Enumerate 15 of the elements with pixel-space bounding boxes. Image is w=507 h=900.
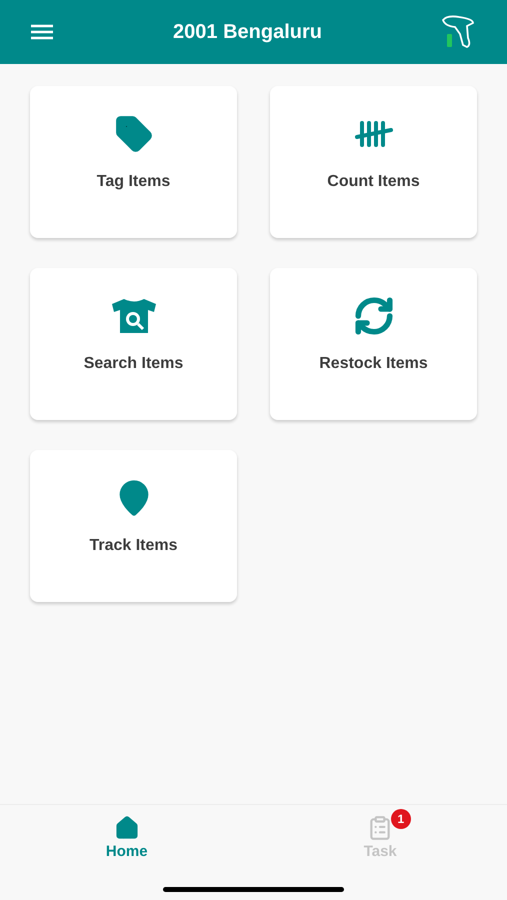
tag-icon bbox=[114, 114, 154, 154]
feature-tile[interactable]: Count Items bbox=[270, 86, 477, 238]
feature-tile[interactable]: Track Items bbox=[30, 450, 237, 602]
tally-icon bbox=[354, 120, 394, 148]
feature-tile[interactable]: Tag Items bbox=[30, 86, 237, 238]
feature-tile[interactable]: Restock Items bbox=[270, 268, 477, 420]
menu-icon[interactable] bbox=[30, 24, 54, 40]
sync-icon bbox=[352, 295, 394, 337]
scanner-battery-icon[interactable] bbox=[441, 14, 477, 50]
feature-tile[interactable]: Search Items bbox=[30, 268, 237, 420]
store-title: 2001 Bengaluru bbox=[173, 20, 322, 45]
nav-tab[interactable]: Home bbox=[92, 809, 162, 864]
home-icon bbox=[114, 815, 140, 841]
shirt-search-icon bbox=[110, 298, 158, 334]
notification-badge: 1 bbox=[390, 809, 411, 829]
